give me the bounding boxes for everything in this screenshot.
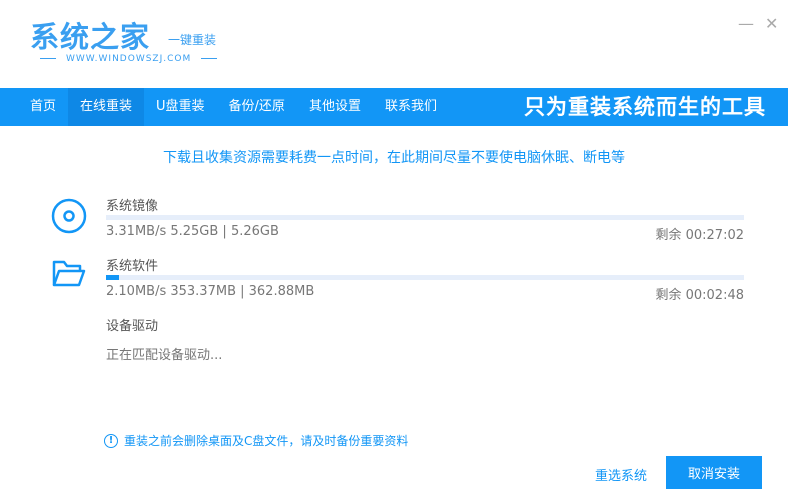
task-title: 系统软件 <box>106 259 159 274</box>
nav-bar: 首页 在线重装 U盘重装 备份/还原 其他设置 联系我们 只为重装系统而生的工具 <box>0 88 788 126</box>
slogan: 只为重装系统而生的工具 <box>524 95 766 119</box>
task-title: 设备驱动 <box>106 319 159 334</box>
logo-name: 系统之家 <box>30 20 151 54</box>
folder-icon <box>52 260 86 287</box>
task-remaining: 剩余 00:27:02 <box>655 228 744 243</box>
nav-usb-reinstall[interactable]: U盘重装 <box>144 88 217 126</box>
task-status: 正在匹配设备驱动... <box>106 348 223 363</box>
disc-icon <box>51 198 87 234</box>
info-icon: ! <box>104 433 118 448</box>
progress-bar <box>106 275 744 280</box>
logo-tagline: 一键重装 <box>168 33 217 47</box>
logo: 系统之家 一键重装 WWW.WINDOWSZJ.COM <box>30 14 216 64</box>
cancel-install-button[interactable]: 取消安装 <box>666 456 762 489</box>
close-button[interactable]: ✕ <box>765 14 778 33</box>
nav-home[interactable]: 首页 <box>0 88 68 126</box>
warning-text: 重装之前会删除桌面及C盘文件，请及时备份重要资料 <box>124 434 409 448</box>
logo-url: WWW.WINDOWSZJ.COM <box>30 54 216 64</box>
nav-other-settings[interactable]: 其他设置 <box>297 88 373 126</box>
task-stats: 2.10MB/s 353.37MB | 362.88MB <box>106 284 315 299</box>
progress-fill <box>106 275 119 280</box>
reselect-system-button[interactable]: 重选系统 <box>595 465 647 484</box>
logo-url-text: WWW.WINDOWSZJ.COM <box>66 54 192 64</box>
task-title: 系统镜像 <box>106 199 159 214</box>
nav-contact[interactable]: 联系我们 <box>373 88 449 126</box>
nav-backup-restore[interactable]: 备份/还原 <box>217 88 297 126</box>
task-stats: 3.31MB/s 5.25GB | 5.26GB <box>106 224 279 239</box>
progress-bar <box>106 215 744 220</box>
warning: ! 重装之前会删除桌面及C盘文件，请及时备份重要资料 <box>104 432 408 449</box>
task-remaining: 剩余 00:02:48 <box>655 288 744 303</box>
notice-text: 下载且收集资源需要耗费一点时间，在此期间尽量不要使电脑休眠、断电等 <box>163 150 625 166</box>
minimize-button[interactable]: — <box>738 14 754 33</box>
nav-online-reinstall[interactable]: 在线重装 <box>68 88 145 126</box>
